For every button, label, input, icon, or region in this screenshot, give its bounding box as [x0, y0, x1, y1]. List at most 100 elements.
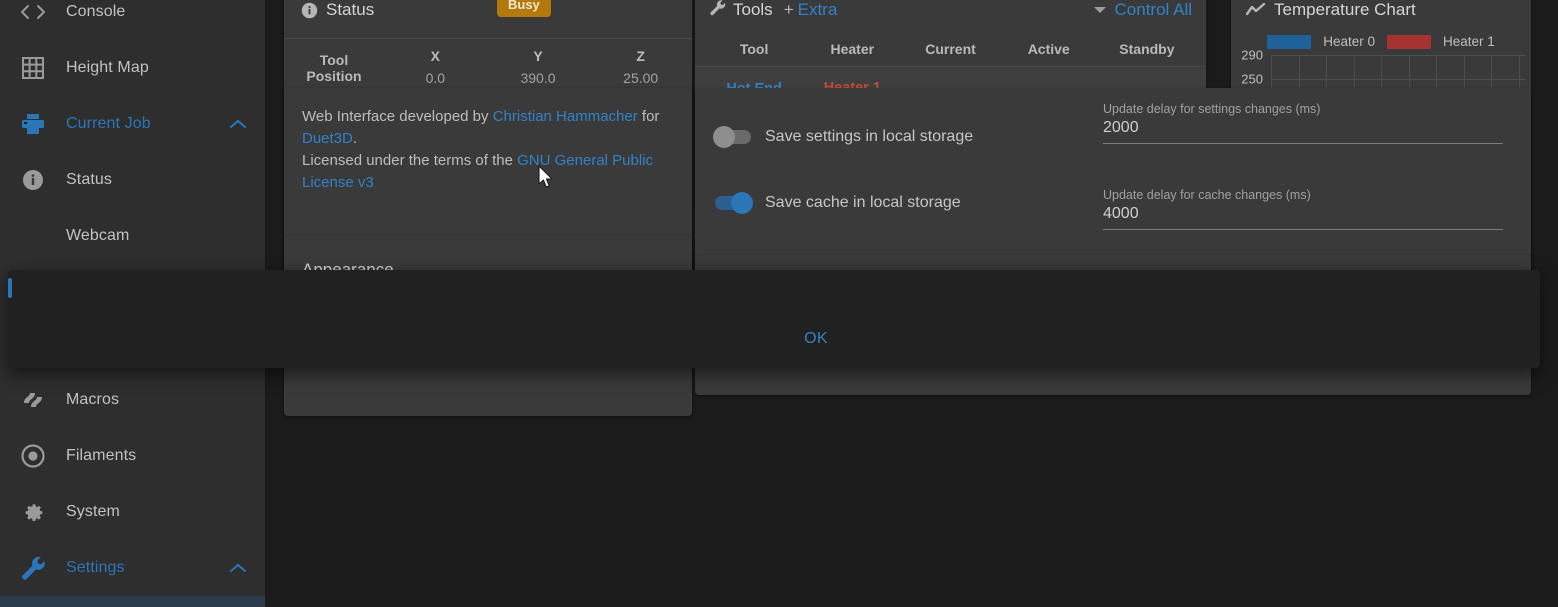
sidebar-group-current-job[interactable]: Current Job — [0, 96, 265, 152]
caret-down-icon[interactable] — [1093, 7, 1106, 13]
chevron-up-icon[interactable] — [229, 562, 247, 574]
status-row-label-line2: Position — [306, 67, 362, 84]
status-cell-header: X — [430, 48, 440, 64]
sidebar-item-label: Height Map — [66, 59, 149, 76]
status-cell-value: 25.00 — [623, 70, 659, 86]
settings-delay-field[interactable]: Update delay for settings changes (ms) 2… — [1103, 102, 1503, 144]
duet3d-link[interactable]: Duet3D — [302, 130, 353, 147]
dialog-accent-bar — [8, 278, 12, 298]
wrench-icon — [709, 0, 726, 21]
wrench-icon — [0, 555, 66, 581]
status-cell: X 0.0 — [384, 46, 487, 89]
chart-line-icon — [1246, 3, 1266, 17]
toggle-knob — [731, 192, 753, 214]
tools-col-header: Tool — [739, 41, 769, 57]
legend-label-heater0: Heater 0 — [1323, 34, 1375, 49]
code-icon — [0, 3, 66, 21]
extra-link[interactable]: Extra — [798, 0, 838, 20]
chart-y-tick-label: 250 — [1241, 71, 1263, 87]
sidebar-item-console[interactable]: Console — [0, 0, 265, 40]
status-cell-header: Z — [636, 48, 645, 64]
status-panel-title: Status — [301, 0, 374, 20]
chart-gridline-h — [1271, 55, 1525, 56]
ok-button[interactable]: OK — [804, 330, 828, 348]
status-title-text: Status — [326, 0, 375, 19]
sidebar-item-height-map[interactable]: Height Map — [0, 40, 265, 96]
chart-y-tick-label: 290 — [1241, 47, 1263, 63]
cache-delay-input[interactable]: 4000 — [1103, 205, 1503, 230]
sidebar-item-status[interactable]: Status — [0, 152, 265, 208]
status-row-label: Tool Position — [284, 46, 384, 89]
sidebar-item-label: System — [66, 503, 120, 520]
status-cell-header: Y — [533, 48, 543, 64]
grid-icon — [0, 57, 66, 79]
settings-delay-input[interactable]: 2000 — [1103, 119, 1503, 144]
status-panel-header: Status Busy — [284, 0, 692, 38]
status-cell-value: 390.0 — [520, 70, 556, 86]
tools-title-text: Tools — [733, 0, 773, 19]
sidebar-item-webcam[interactable]: Webcam — [0, 208, 265, 264]
cache-delay-field[interactable]: Update delay for cache changes (ms) 4000 — [1103, 188, 1503, 230]
chevron-up-icon[interactable] — [229, 118, 247, 130]
about-line1-mid: for — [637, 108, 660, 125]
chart-legend: Heater 0 Heater 1 — [1231, 34, 1531, 49]
save-settings-row[interactable]: Save settings in local storage — [695, 102, 1103, 148]
gear-icon — [0, 500, 66, 524]
tools-col-header: Standby — [1119, 41, 1175, 57]
sidebar-item-filaments[interactable]: Filaments — [0, 428, 265, 484]
legend-swatch-heater1 — [1387, 34, 1431, 49]
sidebar-item-label: Macros — [66, 391, 120, 408]
chart-header: Temperature Chart — [1231, 0, 1531, 38]
chart-gridline-h — [1271, 79, 1525, 81]
author-link[interactable]: Christian Hammacher — [493, 108, 638, 125]
about-text: Web Interface developed by Christian Ham… — [284, 88, 692, 194]
filament-icon — [0, 444, 66, 468]
tools-col-header: Active — [1027, 41, 1070, 57]
save-cache-row[interactable]: Save cache in local storage — [695, 146, 1103, 214]
sidebar-item-label: Filaments — [66, 447, 137, 464]
sidebar-group-label: Settings — [66, 559, 125, 576]
status-cell-value: 0.0 — [425, 70, 446, 86]
settings-toggles: Save settings in local storage Save cach… — [695, 102, 1103, 256]
sidebar-item-system[interactable]: System — [0, 484, 265, 540]
add-tool-plus[interactable]: + — [784, 0, 794, 20]
chart-title-text: Temperature Chart — [1274, 0, 1416, 19]
app-root: Console Height Map Current Job Status We… — [0, 0, 1558, 607]
chart-title: Temperature Chart — [1246, 0, 1416, 20]
sidebar-item-macros[interactable]: Macros — [0, 372, 265, 428]
info-icon — [301, 2, 318, 19]
tools-table-header: Tool Heater Current Active Standby — [695, 38, 1206, 66]
sidebar-group-settings[interactable]: Settings — [0, 540, 265, 596]
sidebar-item-label: Console — [66, 3, 126, 20]
about-line1-pre: Web Interface developed by — [302, 108, 493, 125]
sidebar-group-label: Current Job — [66, 115, 151, 132]
about-line2-pre: Licensed under the terms of the — [302, 152, 518, 169]
settings-grid: Save settings in local storage Save cach… — [695, 88, 1531, 256]
sidebar-item-label: Status — [66, 171, 112, 188]
sidebar-item-selected[interactable] — [0, 596, 265, 607]
tools-panel-header: Tools + Extra Control All — [695, 0, 1206, 38]
legend-swatch-heater0 — [1267, 34, 1312, 49]
status-cell: Z 25.00 — [589, 46, 692, 89]
tools-col-header: Heater — [830, 41, 875, 57]
save-settings-toggle[interactable] — [713, 126, 751, 148]
settings-delay-label: Update delay for settings changes (ms) — [1103, 102, 1321, 116]
status-cell: Y 390.0 — [487, 46, 590, 89]
toggle-knob — [713, 126, 735, 148]
settings-fields: Update delay for settings changes (ms) 2… — [1103, 102, 1531, 256]
macros-icon — [0, 389, 66, 411]
tools-col-header: Current — [925, 41, 976, 57]
legend-label-heater1: Heater 1 — [1443, 34, 1495, 49]
info-icon — [0, 169, 66, 191]
dialog-message — [8, 270, 1540, 306]
printer-icon — [0, 113, 66, 135]
status-badge: Busy — [497, 0, 551, 17]
save-cache-label: Save cache in local storage — [765, 194, 961, 211]
message-dialog[interactable]: OK — [8, 270, 1540, 368]
control-all-button[interactable]: Control All — [1115, 0, 1192, 20]
about-line1-post: . — [352, 130, 358, 147]
status-row-label-line1: Tool — [319, 51, 349, 68]
cache-delay-label: Update delay for cache changes (ms) — [1103, 188, 1311, 202]
save-settings-label: Save settings in local storage — [765, 128, 974, 145]
save-cache-toggle[interactable] — [715, 192, 753, 214]
